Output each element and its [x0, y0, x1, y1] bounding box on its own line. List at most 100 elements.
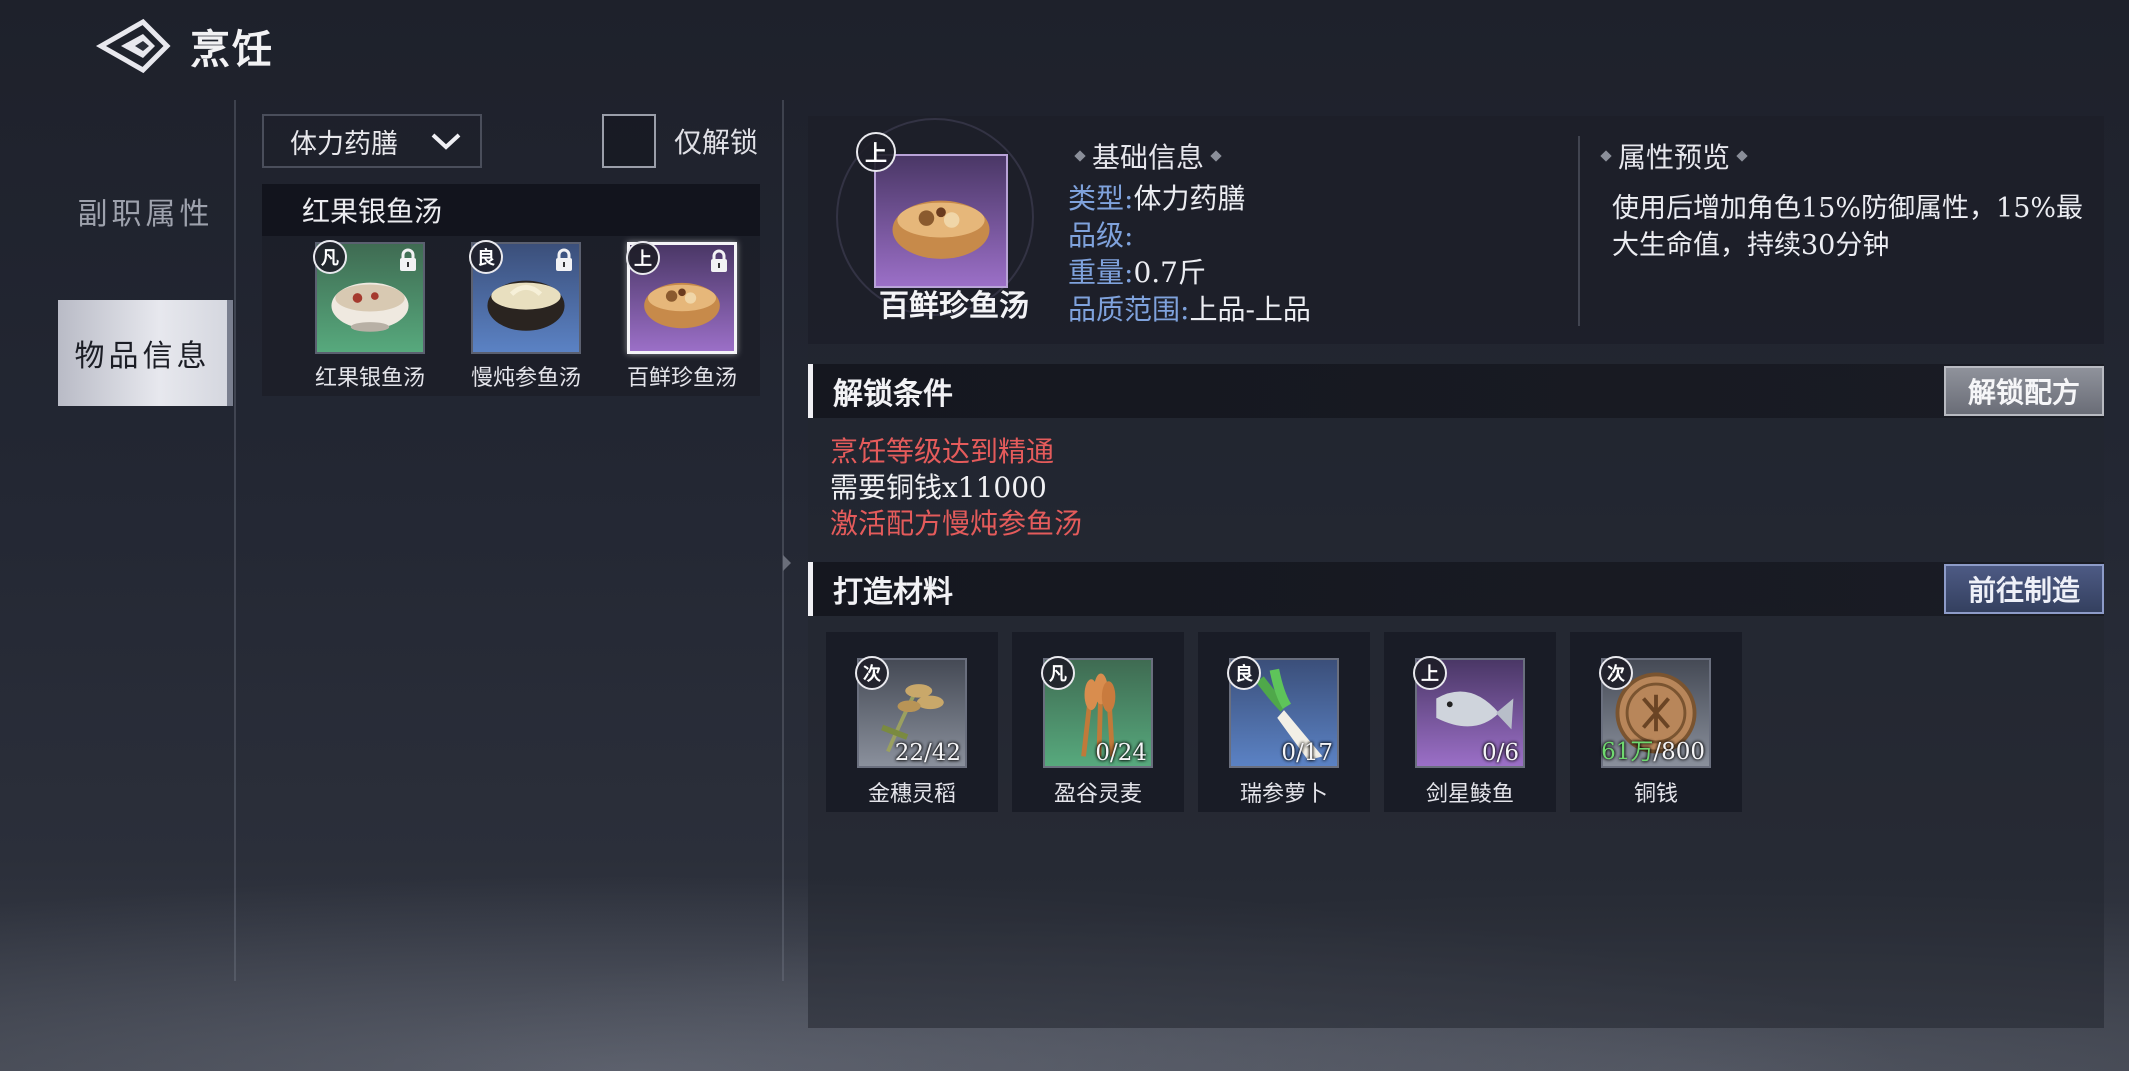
item-info-card: 上 百鲜珍鱼汤 基础信息 类型:体力药膳 品级: 重量:0.7斤 品质范围:上品…	[808, 116, 2104, 344]
info-type-label: 类型:	[1068, 182, 1134, 215]
material-need: 800	[1661, 739, 1705, 765]
recipe-thumb: 凡	[313, 240, 425, 354]
material-need: 17	[1303, 740, 1333, 766]
chevron-down-icon	[431, 133, 461, 150]
info-weight: 重量:0.7斤	[1068, 254, 1311, 291]
material-have: 22	[894, 740, 924, 766]
top-header: 烹饪	[90, 10, 274, 82]
grade-badge: 良	[469, 240, 503, 274]
diamond-icon	[1600, 150, 1612, 162]
material-count: 0/17	[1281, 740, 1333, 766]
recipe-group: 红果银鱼汤 凡 红果银鱼汤 良 慢炖参鱼汤 上 百鲜珍鱼汤	[262, 184, 760, 396]
material-name: 瑞参萝卜	[1239, 782, 1328, 807]
go-craft-button[interactable]: 前往制造	[1943, 564, 2104, 614]
material-name: 金穗灵稻	[867, 782, 956, 807]
info-weight-label: 重量:	[1068, 256, 1134, 289]
recipe-item-hongguo[interactable]: 凡 红果银鱼汤	[292, 240, 448, 392]
materials-list: 次 22/42 金穗灵稻 凡 0/24 盈谷灵麦 良 0/17 瑞参萝卜 上 0…	[826, 632, 1756, 812]
crafting-materials-title: 打造材料	[833, 575, 953, 610]
material-have: 0	[1481, 740, 1497, 766]
unlock-only-toggle[interactable]: 仅解锁	[602, 114, 758, 168]
diamond-icon	[1074, 150, 1086, 162]
grade-badge: 上	[626, 241, 660, 275]
material-count: 0/24	[1095, 740, 1147, 766]
attribute-preview: 属性预览 使用后增加角色15%防御属性，15%最大生命值，持续30分钟	[1594, 136, 2084, 264]
material-thumb: 良 0/17	[1227, 656, 1339, 768]
grade-badge: 上	[1413, 656, 1447, 690]
info-range-value: 上品-上品	[1189, 293, 1311, 326]
unlock-recipe-button[interactable]: 解锁配方	[1943, 366, 2104, 416]
info-type-value: 体力药膳	[1133, 182, 1246, 215]
grade-badge: 次	[1599, 656, 1633, 690]
grade-badge: 凡	[313, 240, 347, 274]
material-count: 61万/800	[1601, 739, 1705, 765]
left-divider	[234, 100, 236, 981]
collapse-arrow-icon[interactable]	[783, 555, 791, 571]
info-type: 类型:体力药膳	[1068, 180, 1311, 217]
recipe-group-title: 红果银鱼汤	[262, 184, 760, 236]
material-item[interactable]: 次 22/42 金穗灵稻	[826, 632, 998, 812]
material-thumb: 次 22/42	[855, 656, 967, 768]
diamond-icon	[1736, 150, 1748, 162]
page-title: 烹饪	[190, 26, 274, 73]
seafood-soup-bowl-icon	[892, 200, 990, 259]
material-name: 铜钱	[1633, 782, 1678, 807]
category-dropdown[interactable]: 体力药膳	[262, 114, 482, 168]
material-item[interactable]: 次 61万/800 铜钱	[1570, 632, 1742, 812]
info-quality-range: 品质范围:上品-上品	[1068, 291, 1311, 328]
recipe-item-baixian[interactable]: 上 百鲜珍鱼汤	[604, 241, 760, 392]
info-divider	[1578, 136, 1580, 326]
material-name: 盈谷灵麦	[1053, 782, 1142, 807]
item-icon	[874, 154, 1008, 288]
tab-item-info[interactable]: 物品信息	[58, 300, 233, 406]
diamond-back-icon[interactable]	[90, 11, 180, 81]
recipe-name: 百鲜珍鱼汤	[626, 366, 737, 391]
material-need: 6	[1504, 740, 1519, 766]
material-item[interactable]: 良 0/17 瑞参萝卜	[1198, 632, 1370, 812]
grade-badge: 上	[856, 132, 896, 172]
item-icon-wrap: 上	[836, 118, 1034, 316]
grade-badge: 凡	[1041, 656, 1075, 690]
basic-info: 基础信息 类型:体力药膳 品级: 重量:0.7斤 品质范围:上品-上品	[1068, 136, 1311, 328]
item-name: 百鲜珍鱼汤	[879, 289, 1029, 324]
material-item[interactable]: 上 0/6 剑星鲮鱼	[1384, 632, 1556, 812]
crafting-materials-bar: 打造材料 前往制造	[808, 562, 2104, 616]
recipe-thumb: 上	[626, 241, 737, 354]
unlock-only-label: 仅解锁	[674, 126, 759, 159]
material-need: 24	[1117, 740, 1147, 766]
material-count: 0/6	[1481, 740, 1519, 766]
material-name: 剑星鲮鱼	[1425, 782, 1514, 807]
condition-item: 需要铜钱x11000	[830, 471, 1047, 504]
material-count: 22/42	[894, 740, 961, 766]
unlock-conditions-title: 解锁条件	[833, 377, 953, 412]
material-item[interactable]: 凡 0/24 盈谷灵麦	[1012, 632, 1184, 812]
lock-icon	[556, 248, 572, 271]
lock-icon	[711, 249, 727, 272]
recipe-name: 慢炖参鱼汤	[470, 366, 581, 391]
info-range-label: 品质范围:	[1068, 293, 1190, 326]
material-need: 42	[931, 740, 961, 766]
lock-icon	[400, 248, 416, 271]
condition-item: 烹饪等级达到精通	[830, 435, 1055, 468]
middle-divider	[782, 100, 784, 981]
basic-info-title-text: 基础信息	[1092, 141, 1205, 174]
attr-preview-title-text: 属性预览	[1618, 141, 1731, 174]
material-have: 0	[1095, 740, 1110, 766]
recipe-item-mandun[interactable]: 良 慢炖参鱼汤	[448, 240, 604, 392]
info-level-label: 品级:	[1068, 219, 1134, 252]
material-thumb: 次 61万/800	[1599, 656, 1711, 768]
material-have: 61万	[1601, 739, 1654, 765]
detail-panel: 上 百鲜珍鱼汤 基础信息 类型:体力药膳 品级: 重量:0.7斤 品质范围:上品…	[808, 116, 2104, 1028]
tab-side-attributes[interactable]: 副职属性	[58, 158, 233, 264]
recipe-name: 红果银鱼汤	[314, 366, 425, 391]
grade-badge: 良	[1227, 656, 1261, 690]
attr-preview-text: 使用后增加角色15%防御属性，15%最大生命值，持续30分钟	[1612, 193, 2084, 261]
basic-info-title: 基础信息	[1068, 136, 1311, 176]
grade-badge: 次	[855, 656, 889, 690]
unlock-condition-list: 烹饪等级达到精通 需要铜钱x11000 激活配方慢炖参鱼汤	[830, 434, 1082, 542]
unlock-only-checkbox[interactable]	[602, 114, 656, 168]
info-level: 品级:	[1068, 217, 1311, 254]
attr-preview-title: 属性预览	[1594, 136, 2084, 176]
info-weight-value: 0.7斤	[1133, 256, 1206, 289]
material-thumb: 凡 0/24	[1041, 656, 1153, 768]
